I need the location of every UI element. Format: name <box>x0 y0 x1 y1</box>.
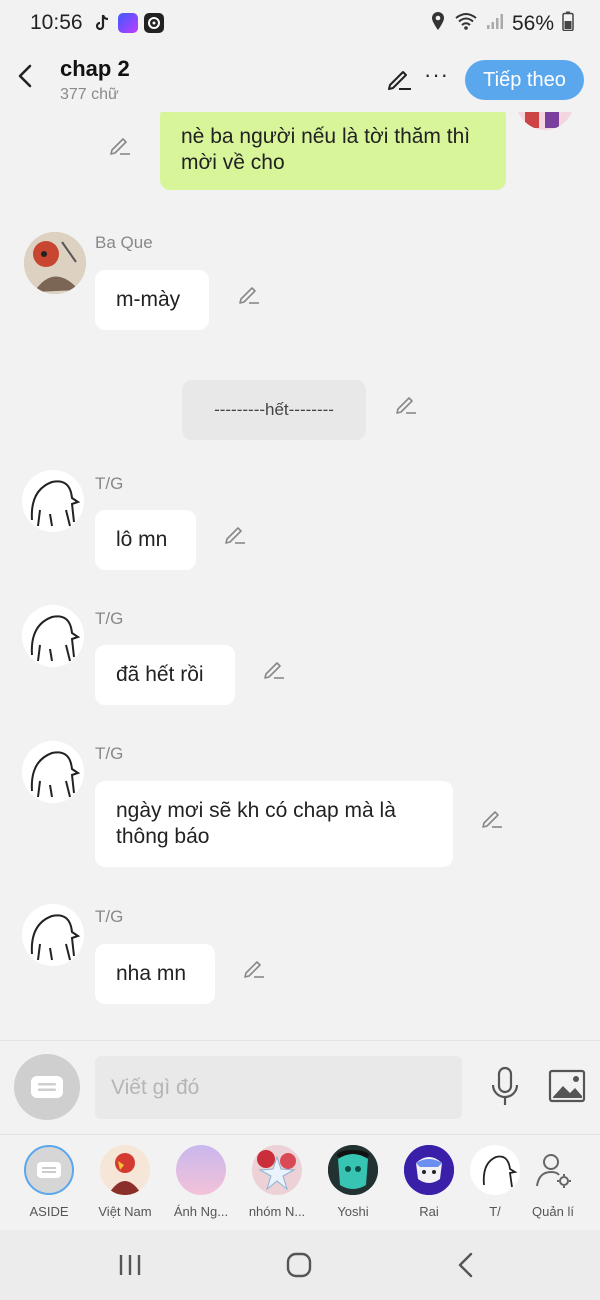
image-icon <box>548 1069 586 1103</box>
sender-name: Ba Que <box>95 233 153 252</box>
avatar <box>22 904 84 966</box>
pencil-icon <box>388 71 411 90</box>
media-notification-icon <box>144 13 164 33</box>
avatar <box>176 1145 226 1195</box>
next-button[interactable]: Tiếp theo <box>465 60 584 100</box>
battery-percent: 56% <box>511 12 554 35</box>
character-name: Yoshi <box>337 1204 369 1219</box>
pencil-icon <box>239 287 259 304</box>
pencil-icon <box>244 961 264 978</box>
home-icon <box>286 1252 312 1278</box>
avatar <box>252 1145 302 1195</box>
chevron-left-icon <box>18 64 32 88</box>
character-vietnam[interactable]: Việt Nam <box>90 1145 160 1219</box>
edit-message-button[interactable] <box>237 281 261 305</box>
character-name: Ánh Ng... <box>173 1204 229 1219</box>
character-anh[interactable]: Ánh Ng... <box>166 1145 236 1219</box>
user-settings-icon <box>536 1154 571 1188</box>
image-button[interactable] <box>548 1069 586 1103</box>
recent-apps-icon <box>119 1255 141 1275</box>
character-name: ASIDE <box>29 1204 69 1219</box>
message-input[interactable] <box>95 1056 462 1119</box>
message-bubble[interactable]: lô mn <box>95 510 196 570</box>
edit-message-button[interactable] <box>108 132 132 156</box>
character-tg[interactable]: T/ <box>470 1145 520 1219</box>
avatar <box>24 232 86 294</box>
chat-area[interactable]: nè ba người nếu là tời thăm thì mời về c… <box>0 112 600 1040</box>
avatar <box>22 605 84 667</box>
message-bubble[interactable]: m-mày <box>95 270 209 330</box>
tiktok-icon <box>92 13 112 33</box>
edit-message-button[interactable] <box>242 955 266 979</box>
character-name: Quản lí <box>532 1204 574 1219</box>
manage-avatar <box>528 1145 578 1195</box>
chat-toggle-button[interactable] <box>14 1054 80 1120</box>
microphone-button[interactable] <box>488 1065 522 1109</box>
character-yoshi[interactable]: Yoshi <box>318 1145 388 1219</box>
avatar <box>22 470 84 532</box>
chat-bubble-icon <box>37 1162 61 1178</box>
more-options-button[interactable]: ··· <box>424 62 449 88</box>
back-button[interactable] <box>10 58 40 94</box>
character-name: nhóm N... <box>248 1204 306 1219</box>
sender-name: T/G <box>95 907 124 926</box>
pencil-icon <box>110 138 130 155</box>
edit-message-button[interactable] <box>223 521 247 545</box>
sender-name: T/G <box>95 474 124 493</box>
signal-icon <box>486 12 504 36</box>
system-back-button[interactable] <box>452 1250 482 1280</box>
home-button[interactable] <box>284 1250 314 1280</box>
message-bubble[interactable]: ngày mơi sẽ kh có chap mà là thông báo <box>95 781 453 867</box>
microphone-icon <box>491 1066 519 1105</box>
battery-icon <box>562 11 574 37</box>
edit-message-button[interactable] <box>394 391 418 415</box>
avatar <box>515 112 575 130</box>
avatar <box>100 1145 150 1195</box>
sender-name: T/G <box>95 744 124 763</box>
character-rai[interactable]: Rai <box>394 1145 464 1219</box>
composer <box>0 1040 600 1134</box>
message-bubble[interactable]: nha mn <box>95 944 215 1004</box>
system-navigation-bar <box>0 1230 600 1300</box>
character-bar: ASIDE Việt Nam Ánh Ng... nhóm N... Yoshi… <box>0 1134 600 1230</box>
app-notification-icon <box>118 13 138 33</box>
character-aside[interactable]: ASIDE <box>14 1145 84 1219</box>
message-bubble[interactable]: nè ba người nếu là tời thăm thì mời về c… <box>160 112 506 190</box>
status-time: 10:56 <box>30 11 83 34</box>
chapter-title: chap 2 <box>60 56 130 81</box>
edit-message-button[interactable] <box>480 805 504 829</box>
recent-apps-button[interactable] <box>115 1250 145 1280</box>
avatar <box>404 1145 454 1195</box>
character-name: T/ <box>489 1204 501 1219</box>
word-count: 377 chữ <box>60 86 119 103</box>
pencil-icon <box>396 397 416 414</box>
status-bar: 10:56 56% <box>0 0 600 46</box>
pencil-icon <box>264 662 284 679</box>
message-bubble[interactable]: đã hết rồi <box>95 645 235 705</box>
avatar <box>328 1145 378 1195</box>
location-icon <box>430 11 446 37</box>
chat-bubble-icon <box>31 1076 63 1098</box>
character-name: Việt Nam <box>98 1204 152 1219</box>
character-nhom[interactable]: nhóm N... <box>242 1145 312 1219</box>
pencil-icon <box>482 811 502 828</box>
chevron-left-icon <box>458 1252 473 1278</box>
edit-message-button[interactable] <box>262 656 286 680</box>
pencil-icon <box>225 527 245 544</box>
wifi-icon <box>454 11 478 37</box>
sender-name: T/G <box>95 609 124 628</box>
aside-avatar <box>24 1145 74 1195</box>
avatar <box>470 1145 520 1195</box>
aside-divider[interactable]: ---------hết-------- <box>182 380 366 440</box>
chapter-header: chap 2 377 chữ ··· Tiếp theo <box>0 46 600 112</box>
edit-chapter-button[interactable] <box>385 64 413 92</box>
character-manage[interactable]: Quản lí <box>518 1145 588 1219</box>
character-name: Rai <box>419 1204 439 1219</box>
avatar <box>22 741 84 803</box>
